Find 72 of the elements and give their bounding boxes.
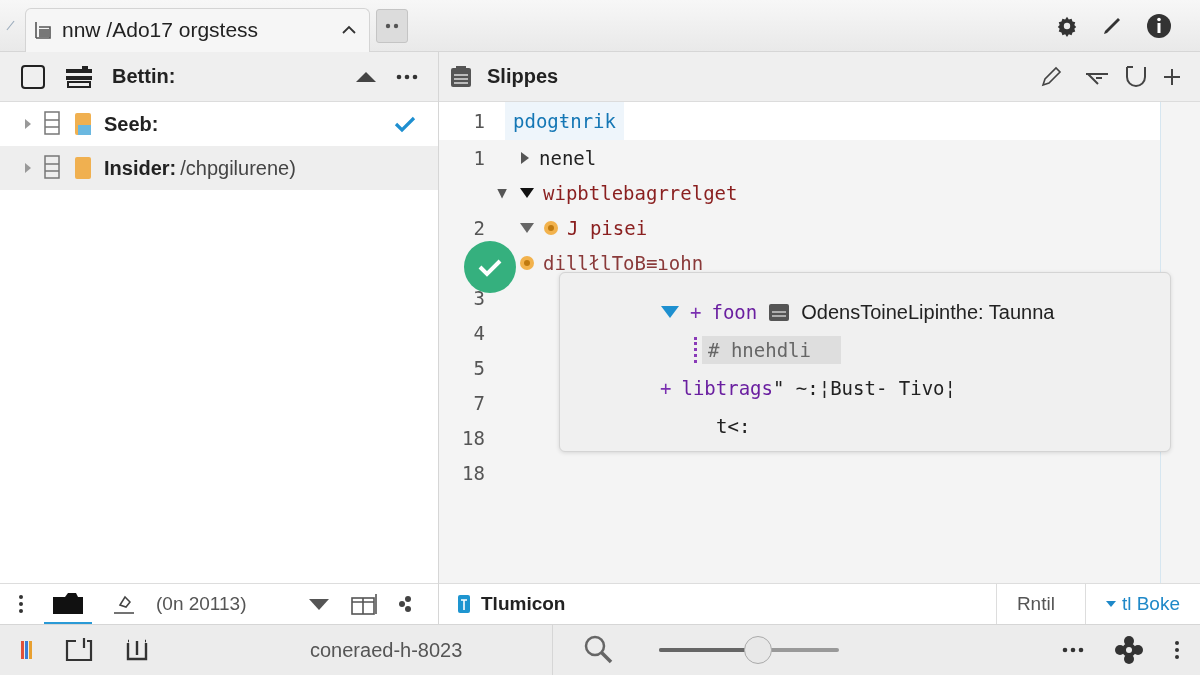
tab-title: nnw /Ado17 orgstess	[62, 18, 260, 42]
folder-icon	[52, 591, 84, 615]
dropdown-icon[interactable]	[308, 597, 330, 611]
info-icon[interactable]	[1146, 12, 1172, 39]
status-text: coneraed-h-8023	[310, 638, 463, 662]
settings-icon[interactable]	[1114, 635, 1144, 665]
pen-icon	[6, 20, 15, 31]
code-text: libtrags	[681, 377, 773, 399]
dropdown-icon	[1105, 600, 1116, 608]
line-number: 1	[473, 146, 485, 169]
line-number: 5	[472, 356, 485, 379]
expand-icon	[24, 118, 32, 130]
toolbox-icon	[64, 64, 94, 89]
bars-icon[interactable]	[20, 639, 34, 661]
folder-icon	[72, 110, 94, 138]
eraser-icon[interactable]	[112, 593, 136, 615]
line-number: 3	[472, 286, 485, 309]
panel-title: Slippes	[487, 65, 559, 88]
expand-icon	[24, 162, 32, 174]
type-detail: OdensToineLipinthe: Taunna	[801, 300, 1055, 324]
line-number: 4	[472, 321, 485, 344]
collapse-icon[interactable]	[354, 69, 378, 84]
line-number: 7	[472, 391, 485, 414]
code-text: t<:	[716, 415, 751, 437]
kebab-icon[interactable]	[1174, 640, 1180, 660]
notes-icon	[449, 64, 473, 89]
more-icon	[385, 22, 399, 29]
comment-highlight: # hnehdli	[702, 336, 841, 364]
plus-sign: +	[690, 301, 702, 323]
code-text: wipbtlebagrrelget	[543, 181, 738, 204]
export-icon[interactable]	[64, 637, 94, 663]
layout-icon[interactable]	[350, 592, 378, 616]
tree-item[interactable]: Insider: /chpgilurene)	[0, 146, 438, 190]
item-path: /chpgilurene)	[180, 156, 296, 180]
item-label: Insider:	[104, 156, 177, 180]
more-icon[interactable]	[1062, 647, 1084, 653]
code-text: nenel	[539, 146, 597, 169]
line-number: 1	[473, 110, 485, 132]
line-number: 2	[473, 216, 485, 239]
trash-icon[interactable]	[124, 637, 150, 663]
panel-tab[interactable]: Tlumicon	[481, 593, 566, 615]
caret-up-icon[interactable]	[341, 25, 357, 35]
document-tab[interactable]: nnw /Ado17 orgstess	[25, 7, 370, 52]
folder-icon	[72, 154, 94, 182]
more-icon[interactable]	[396, 73, 418, 80]
kebab-icon[interactable]	[18, 594, 24, 614]
module-icon	[767, 301, 792, 323]
code-text: foon	[711, 301, 758, 323]
code-text: dillłlToB≡ɿohn	[543, 251, 704, 274]
expanded-icon[interactable]	[519, 186, 535, 199]
date-label: (0n 20113)	[156, 593, 247, 615]
type-detail: " ~:¦Bust- Tivo¦	[772, 377, 956, 399]
tree-item[interactable]: Seeb:	[0, 102, 438, 146]
square-icon[interactable]	[20, 63, 46, 90]
pencil-icon[interactable]	[1040, 65, 1062, 88]
item-label: Seeb:	[104, 112, 159, 136]
window-icon	[34, 20, 52, 40]
code-text: pdogŧnrik	[513, 110, 616, 132]
line-number: 18	[461, 461, 485, 484]
code-text: J pisei	[567, 216, 648, 239]
panel-title: Bettin:	[112, 65, 176, 88]
plus-sign: +	[660, 377, 672, 399]
more-button[interactable]	[376, 8, 408, 43]
add-icon[interactable]	[1162, 66, 1182, 87]
line-number: 18	[461, 426, 485, 449]
cup-icon[interactable]	[1124, 63, 1148, 90]
list-icon	[42, 154, 62, 182]
file-icon	[457, 594, 471, 614]
fold-marker: ▼	[497, 183, 507, 202]
list-icon	[42, 110, 62, 138]
share-icon[interactable]	[398, 595, 414, 613]
collapsed-icon[interactable]	[519, 149, 531, 166]
